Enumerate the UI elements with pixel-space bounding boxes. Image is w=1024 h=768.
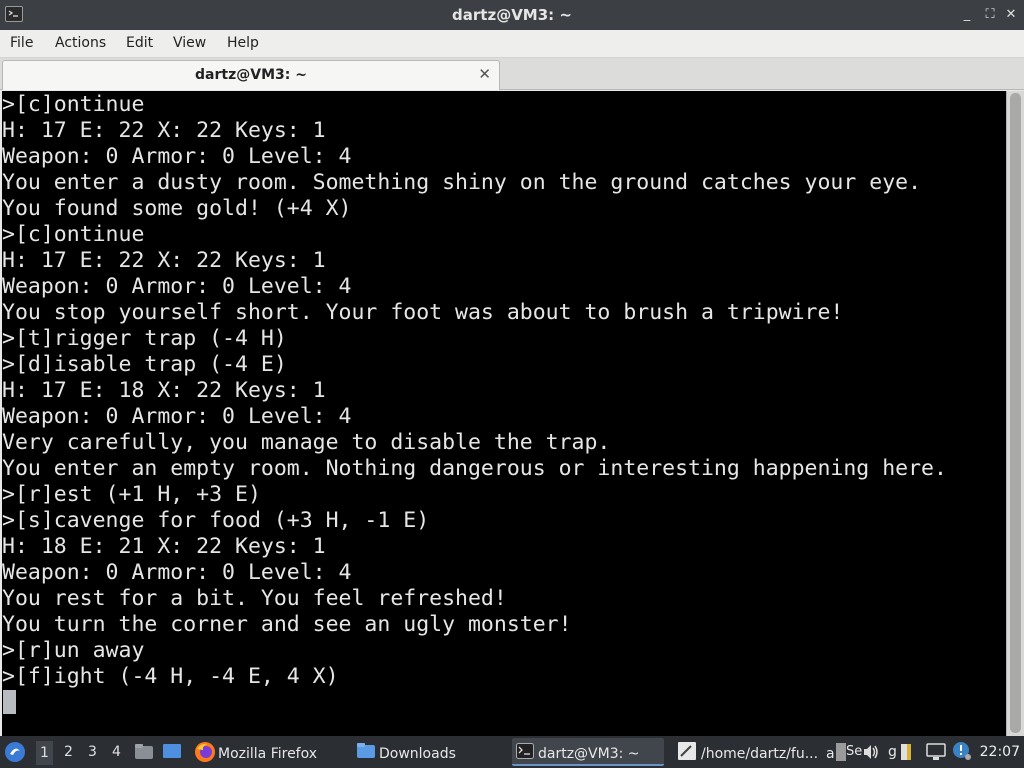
close-icon[interactable]: ✕	[1002, 6, 1020, 24]
terminal-line: >[c]ontinue	[2, 222, 145, 247]
terminal-line: >[c]ontinue	[2, 92, 145, 117]
terminal-line: H: 17 E: 22 X: 22 Keys: 1	[2, 118, 326, 143]
app-icon	[836, 743, 846, 761]
menu-edit[interactable]: Edit	[126, 35, 153, 51]
workspace-3[interactable]: 3	[88, 744, 97, 760]
terminal-output[interactable]: >[c]ontinue H: 17 E: 22 X: 22 Keys: 1 Weap…	[2, 91, 1006, 736]
menu-bar: File Actions Edit View Help	[0, 30, 1024, 58]
firefox-icon	[195, 742, 215, 762]
taskbar: 1 2 3 4 Mozilla Firefox Downloads dartz@…	[0, 736, 1024, 768]
show-desktop-icon[interactable]	[162, 736, 184, 768]
window-titlebar[interactable]: dartz@VM3: ~ _ ⛶ ✕	[0, 0, 1024, 30]
workspace-2[interactable]: 2	[64, 744, 73, 760]
task-partial-1-label: Se	[846, 744, 863, 759]
terminal-scrollbar[interactable]	[1006, 91, 1024, 736]
task-partial-2[interactable]: g	[886, 736, 914, 768]
network-icon[interactable]	[926, 736, 948, 768]
terminal-line: Weapon: 0 Armor: 0 Level: 4	[2, 404, 352, 429]
terminal-line: >[r]est (+1 H, +3 E)	[2, 482, 261, 507]
terminal-line: H: 17 E: 18 X: 22 Keys: 1	[2, 378, 326, 403]
tab-bar: dartz@VM3: ~ ✕	[0, 58, 1024, 90]
task-firefox[interactable]: Mozilla Firefox	[192, 738, 340, 766]
task-firefox-label: Mozilla Firefox	[218, 746, 318, 762]
terminal-line: You enter a dusty room. Something shiny …	[2, 170, 922, 195]
terminal-line: >[t]rigger trap (-4 H)	[2, 326, 287, 351]
text-editor-icon	[678, 742, 696, 760]
scrollbar-thumb[interactable]	[1010, 93, 1021, 733]
terminal-line: Weapon: 0 Armor: 0 Level: 4	[2, 560, 352, 585]
file-manager-icon[interactable]	[134, 736, 156, 768]
maximize-icon[interactable]: ⛶	[981, 6, 999, 24]
terminal-line: H: 17 E: 22 X: 22 Keys: 1	[2, 248, 326, 273]
menu-view[interactable]: View	[173, 35, 206, 51]
terminal-line: You found some gold! (+4 X)	[2, 196, 352, 221]
clock[interactable]: 22:07	[980, 744, 1020, 760]
terminal-line: >[s]cavenge for food (+3 H, -1 E)	[2, 508, 430, 533]
workspace-4[interactable]: 4	[112, 744, 121, 760]
clipboard-icon	[901, 744, 911, 760]
terminal-line: You enter an empty room. Nothing dangero…	[2, 456, 947, 481]
updates-icon[interactable]	[952, 736, 974, 768]
terminal-line: >[r]un away	[2, 638, 145, 663]
window-title: dartz@VM3: ~	[452, 6, 572, 24]
task-terminal[interactable]: dartz@VM3: ~	[512, 738, 664, 766]
volume-icon[interactable]	[862, 736, 884, 768]
task-downloads-label: Downloads	[379, 746, 456, 762]
tab-close-icon[interactable]: ✕	[478, 65, 491, 83]
menu-help[interactable]: Help	[227, 35, 259, 51]
task-editor-label: /home/dartz/fu...	[701, 746, 819, 762]
terminal-line: Weapon: 0 Armor: 0 Level: 4	[2, 274, 352, 299]
task-partial-2-label: g	[888, 744, 897, 760]
minimize-icon[interactable]: _	[958, 6, 976, 24]
menu-actions[interactable]: Actions	[55, 35, 106, 51]
task-partial-1[interactable]: Se	[836, 736, 862, 768]
tab-terminal[interactable]: dartz@VM3: ~ ✕	[2, 60, 500, 90]
terminal-line: H: 18 E: 21 X: 22 Keys: 1	[2, 534, 326, 559]
terminal-cursor	[3, 690, 16, 714]
terminal-line: You stop yourself short. Your foot was a…	[2, 300, 844, 325]
terminal-line: You turn the corner and see an ugly mons…	[2, 612, 572, 637]
terminal-line: Weapon: 0 Armor: 0 Level: 4	[2, 144, 352, 169]
menu-file[interactable]: File	[10, 35, 33, 51]
task-editor[interactable]: /home/dartz/fu... a	[674, 738, 835, 766]
terminal-line: You rest for a bit. You feel refreshed!	[2, 586, 507, 611]
terminal-line: Very carefully, you manage to disable th…	[2, 430, 611, 455]
task-terminal-label: dartz@VM3: ~	[538, 746, 640, 762]
task-downloads[interactable]: Downloads	[352, 738, 504, 766]
folder-icon	[357, 743, 375, 758]
terminal-line: >[d]isable trap (-4 E)	[2, 352, 287, 377]
terminal-line: >[f]ight (-4 H, -4 E, 4 X)	[2, 664, 339, 689]
terminal-lines: >[c]ontinue H: 17 E: 22 X: 22 Keys: 1 Weap…	[2, 92, 947, 690]
workspace-1[interactable]: 1	[36, 741, 53, 765]
task-editor-extra: a	[826, 746, 835, 762]
start-menu-icon[interactable]	[4, 736, 28, 768]
tab-label: dartz@VM3: ~	[195, 67, 307, 83]
terminal-icon	[516, 743, 534, 759]
